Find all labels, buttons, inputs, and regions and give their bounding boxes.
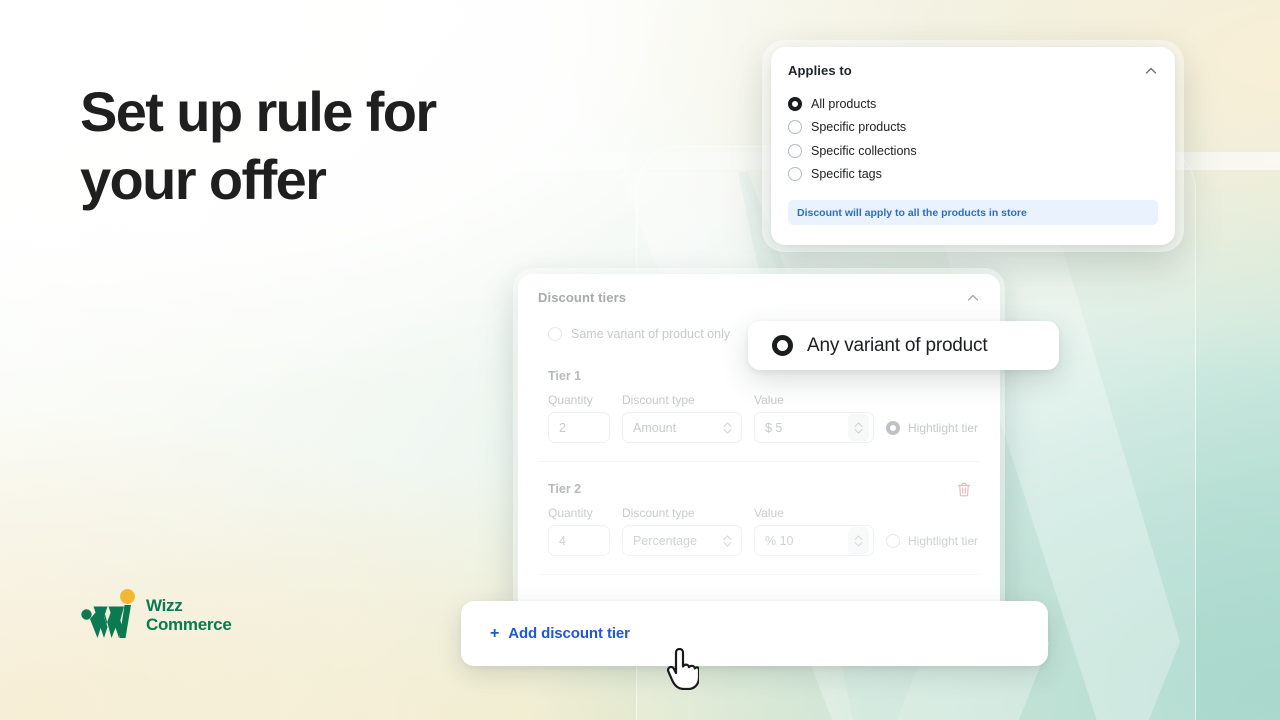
tier-header: Tier 2 (538, 480, 980, 498)
radio-label: Same variant of product only (571, 326, 731, 341)
discount-tiers-card-header: Discount tiers (538, 290, 980, 305)
chevron-updown-icon (854, 534, 863, 547)
logo-wordmark-line-2: Commerce (146, 615, 232, 634)
highlight-tier-toggle[interactable]: Hightlight tier (886, 412, 978, 443)
value-field-group: Value % 10 (754, 506, 874, 556)
tier-fields: Quantity 4 Discount type Percentage Valu… (538, 506, 980, 556)
applies-to-card-header: Applies to (788, 63, 1158, 78)
applies-to-options: All products Specific products Specific … (788, 92, 1158, 186)
quantity-input[interactable]: 4 (548, 525, 610, 556)
promo-banner-stage: Set up rule for your offer Wizz Commerce… (0, 0, 1280, 720)
radio-option-specific-products[interactable]: Specific products (788, 116, 1158, 140)
discount-type-value: Amount (633, 420, 677, 435)
value-input[interactable]: $ 5 (754, 412, 874, 443)
value-text: $ 5 (765, 420, 783, 435)
quantity-field-group: Quantity 2 (548, 393, 610, 443)
radio-indicator (788, 143, 802, 158)
quantity-label: Quantity (548, 506, 593, 520)
discount-type-label: Discount type (622, 393, 695, 407)
trash-icon[interactable] (957, 482, 971, 497)
tier-fields: Quantity 2 Discount type Amount Value $ … (538, 393, 980, 443)
radio-indicator (788, 120, 802, 135)
any-variant-label: Any variant of product (807, 334, 988, 356)
logo-wordmark: Wizz Commerce (146, 595, 232, 634)
logo-wordmark-line-1: Wizz (146, 595, 183, 615)
applies-to-info-banner: Discount will apply to all the products … (788, 200, 1158, 225)
tier-divider (538, 574, 980, 575)
chevron-updown-icon (723, 534, 732, 547)
radio-indicator (772, 335, 793, 356)
highlight-tier-toggle[interactable]: Hightlight tier (886, 525, 978, 556)
page-title-line-1: Set up rule for (80, 80, 437, 143)
value-field-group: Value $ 5 (754, 393, 874, 443)
radio-indicator (886, 533, 900, 548)
discount-type-field-group: Discount type Percentage (622, 506, 742, 556)
radio-label: Specific products (811, 120, 907, 135)
plus-icon: + (490, 624, 500, 642)
chevron-up-icon[interactable] (966, 291, 980, 305)
tier-block: Tier 2 Quantity 4 Discount type Percenta… (538, 462, 980, 575)
radio-label: Specific collections (811, 143, 917, 158)
chevron-updown-icon (723, 421, 732, 434)
radio-indicator (886, 420, 900, 435)
value-input[interactable]: % 10 (754, 525, 874, 556)
radio-indicator (788, 167, 802, 182)
value-label: Value (754, 506, 784, 520)
radio-indicator (548, 326, 562, 341)
chevron-up-icon[interactable] (1144, 64, 1158, 78)
page-title: Set up rule for your offer (80, 78, 550, 215)
tier-name: Tier 2 (548, 482, 582, 496)
highlight-tier-label: Hightlight tier (908, 420, 979, 435)
radio-option-all-products[interactable]: All products (788, 92, 1158, 116)
applies-to-title: Applies to (788, 63, 852, 78)
discount-type-label: Discount type (622, 506, 695, 520)
add-discount-tier-card: + Add discount tier (461, 601, 1048, 666)
radio-option-specific-collections[interactable]: Specific collections (788, 139, 1158, 163)
discount-type-select[interactable]: Percentage (622, 525, 742, 556)
value-stepper[interactable] (848, 414, 869, 441)
wizz-commerce-logo: Wizz Commerce (80, 589, 232, 641)
radio-label: Specific tags (811, 167, 882, 182)
discount-tiers-title: Discount tiers (538, 290, 627, 305)
tier-name: Tier 1 (548, 369, 582, 383)
discount-type-value: Percentage (633, 533, 697, 548)
highlight-tier-label: Hightlight tier (908, 533, 979, 548)
quantity-label: Quantity (548, 393, 593, 407)
page-title-line-2: your offer (80, 148, 327, 212)
radio-option-specific-tags[interactable]: Specific tags (788, 163, 1158, 187)
pointing-hand-cursor (666, 648, 699, 690)
discount-type-select[interactable]: Amount (622, 412, 742, 443)
value-stepper[interactable] (848, 527, 869, 554)
discount-type-field-group: Discount type Amount (622, 393, 742, 443)
any-variant-of-product-option[interactable]: Any variant of product (748, 321, 1059, 370)
applies-to-card: Applies to All products Specific product… (771, 47, 1175, 245)
value-text: % 10 (765, 533, 794, 548)
quantity-input[interactable]: 2 (548, 412, 610, 443)
radio-indicator (788, 96, 802, 111)
add-discount-tier-button[interactable]: + Add discount tier (490, 625, 630, 642)
add-discount-tier-label: Add discount tier (508, 625, 630, 642)
value-label: Value (754, 393, 784, 407)
chevron-updown-icon (854, 421, 863, 434)
radio-label: All products (811, 96, 877, 111)
quantity-field-group: Quantity 4 (548, 506, 610, 556)
wizz-w-mark-icon (81, 589, 135, 638)
